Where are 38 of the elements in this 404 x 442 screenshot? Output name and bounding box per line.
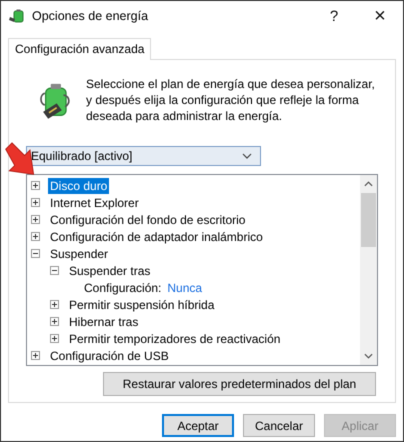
battery-plug-icon (38, 81, 72, 119)
close-button[interactable]: × (357, 1, 403, 31)
dialog-button[interactable]: Cancelar (243, 414, 315, 437)
setting-value-link[interactable]: Nunca (167, 280, 202, 294)
expander-icon[interactable] (50, 266, 59, 275)
expander-icon[interactable] (31, 249, 40, 258)
help-button[interactable]: ? (311, 1, 357, 31)
scrollbar[interactable] (360, 175, 377, 365)
expander-icon[interactable] (31, 215, 40, 224)
window-title: Opciones de energía (32, 9, 150, 23)
scroll-down-icon[interactable] (364, 353, 373, 359)
tab[interactable]: Configuración avanzada (8, 38, 152, 60)
chevron-down-icon (242, 153, 252, 159)
tree-item[interactable]: Permitir suspensión híbrida (67, 296, 216, 312)
tree-item[interactable]: Disco duro (48, 178, 110, 194)
expander-icon[interactable] (31, 181, 40, 190)
expander-icon[interactable] (31, 232, 40, 241)
expander-icon[interactable] (31, 351, 40, 360)
instructions-text: Seleccione el plan de energía que desea personalizar, y después elija la configuración que refleje la forma deseada para administrar la energía. (86, 76, 376, 124)
expander-icon[interactable] (50, 300, 59, 309)
tree-item[interactable]: Suspender (48, 246, 110, 262)
plan-dropdown[interactable]: Equilibrado [activo] (26, 146, 261, 166)
tree-item[interactable]: Configuración de USB (48, 348, 171, 364)
tree-item[interactable]: Configuración del fondo de escritorio (48, 212, 248, 228)
dialog-button[interactable]: Aceptar (162, 414, 234, 437)
expander-icon[interactable] (50, 317, 59, 326)
setting-label: Configuración: (83, 280, 162, 296)
scroll-up-icon[interactable] (364, 181, 373, 187)
battery-plug-icon (9, 8, 25, 24)
expander-icon[interactable] (50, 334, 59, 343)
tree-item[interactable]: Internet Explorer (48, 194, 141, 210)
restore-defaults-button[interactable]: Restaurar valores predeterminados del plan (103, 372, 376, 396)
expander-icon[interactable] (31, 198, 40, 207)
tree-item[interactable]: Hibernar tras (67, 314, 140, 330)
tree-item[interactable]: Configuración de adaptador inalámbrico (48, 228, 265, 244)
scroll-thumb[interactable] (361, 193, 376, 247)
tree-item[interactable]: Suspender tras (67, 262, 152, 278)
tree-item[interactable]: Permitir temporizadores de reactivación (67, 330, 282, 346)
